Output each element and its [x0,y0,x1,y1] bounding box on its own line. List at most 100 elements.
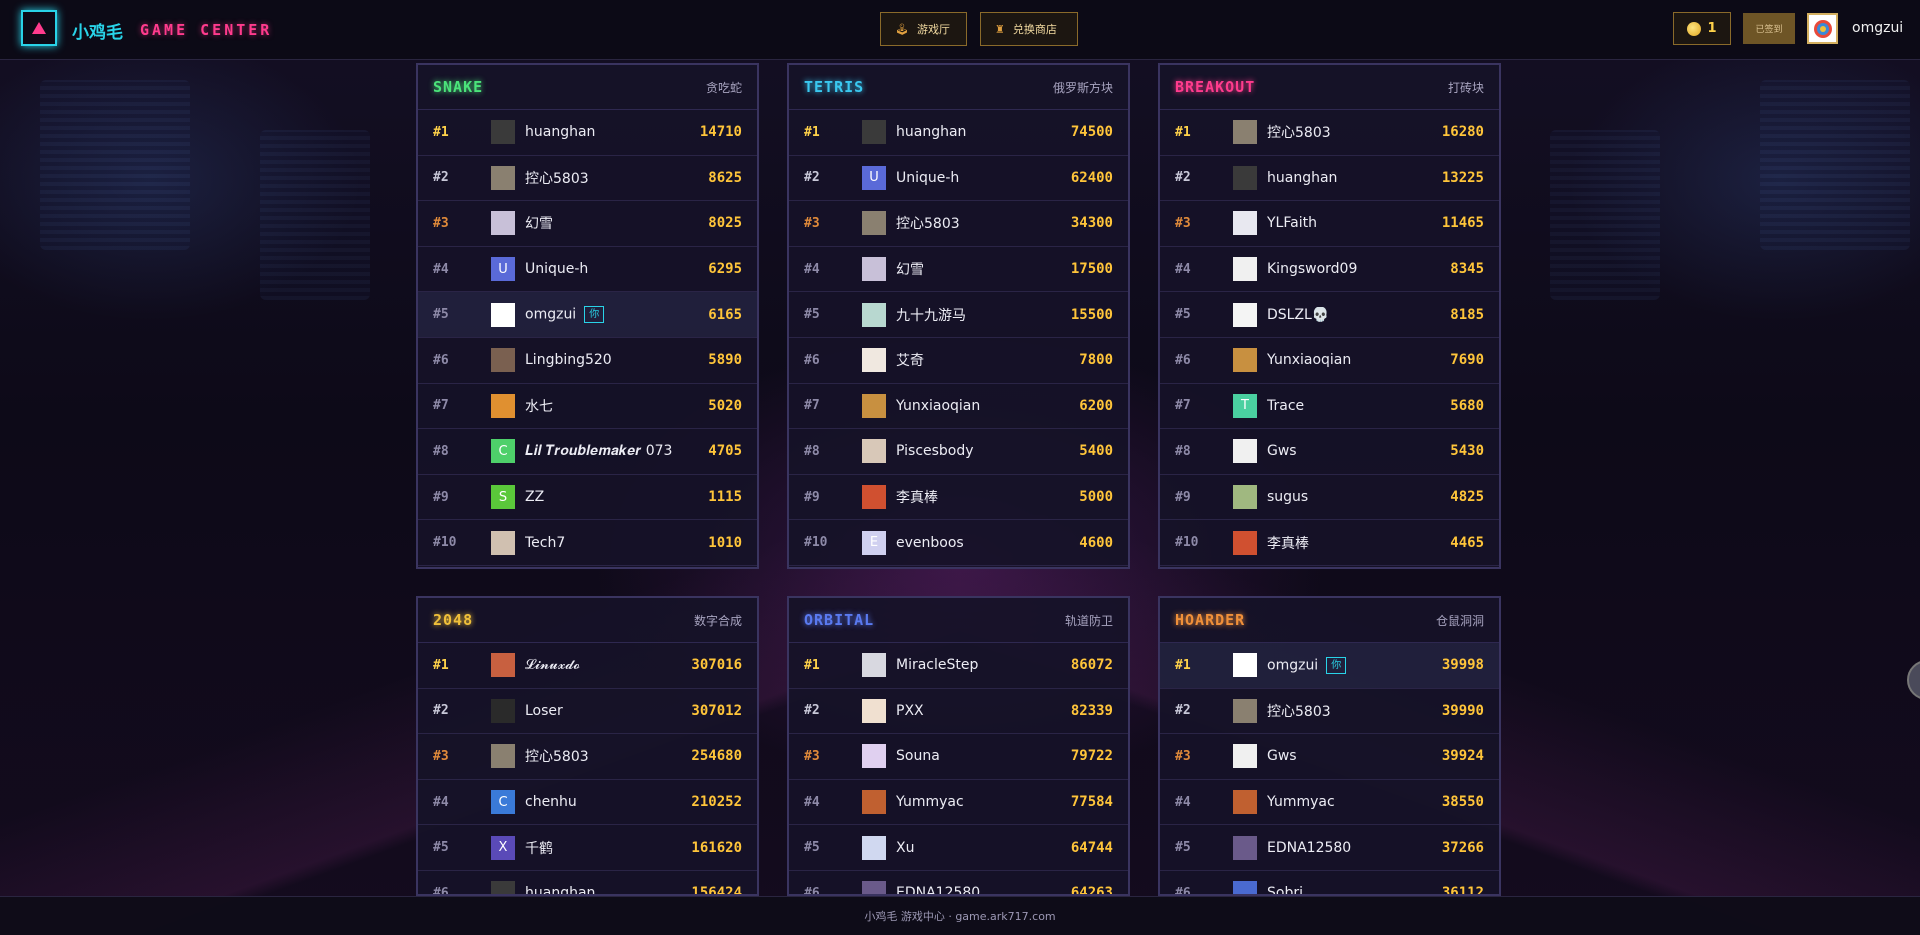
player-name-text: Yunxiaoqian [1267,352,1352,369]
leaderboard-row[interactable]: #7 Yunxiaoqian 6200 [789,384,1128,430]
leaderboard-row[interactable]: #6 Lingbing520 5890 [418,338,757,384]
player-name-text: 控心5803 [1267,125,1331,142]
player-name-text: PXX [896,702,924,719]
player-name: Gws [1267,443,1450,459]
leaderboard-row[interactable]: #5 九十九游马 15500 [789,292,1128,338]
player-avatar [862,835,886,860]
player-score: 16280 [1441,124,1484,141]
leaderboard-row[interactable]: #4 Yummyac 38550 [1160,780,1499,826]
user-avatar[interactable] [1807,13,1838,44]
player-name-text: Gws [1267,748,1297,765]
signed-in-button[interactable]: 已签到 [1743,13,1795,44]
player-name-text: 幻雪 [896,262,924,279]
leaderboard-row[interactable]: #7 水七 5020 [418,384,757,430]
leaderboard-row[interactable]: #5 EDNA12580 37266 [1160,825,1499,871]
leaderboard-row[interactable]: #10 Tech7 1010 [418,520,757,566]
brand-name[interactable]: 小鸡毛 [72,18,123,43]
player-score: 86072 [1070,657,1113,674]
leaderboard-row[interactable]: #5 X 千鹤 161620 [418,825,757,871]
logo-icon[interactable] [21,10,57,46]
leaderboard-row[interactable]: #4 Cchenhu 210252 [418,780,757,826]
player-name: 𝑳𝒊𝒍 𝑻𝒓𝒐𝒖𝒃𝒍𝒆𝒎𝒂𝒌𝒆𝒓 073 [525,443,708,459]
player-name-text: DSLZL💀 [1267,306,1330,323]
player-name: omgzui 你 [1267,656,1442,674]
leaderboard-row[interactable]: #4 Yummyac 77584 [789,780,1128,826]
leaderboard-row[interactable]: #6 Sobri 36112 [1160,871,1499,896]
leaderboard-row[interactable]: #4 U Unique-h 6295 [418,247,757,293]
rank-label: #5 [433,307,449,323]
leaderboard-row[interactable]: #7 T Trace 5680 [1160,384,1499,430]
leaderboard-row[interactable]: #2 Loser 307012 [418,689,757,735]
leaderboard-row[interactable]: #1 控心5803 16280 [1160,110,1499,156]
leaderboard-row[interactable]: #3 Souna 79722 [789,734,1128,780]
player-name-text: Kingsword09 [1267,261,1358,278]
leaderboard-tetris: TETRIS 俄罗斯方块 #1 huanghan 74500 #2 U Unique-h 624… [787,63,1130,569]
rank-label: #9 [1175,489,1191,505]
leaderboard-title: 2048 [433,611,474,629]
leaderboard-row[interactable]: #4 Kingsword09 8345 [1160,247,1499,293]
leaderboard-row[interactable]: #9 S ZZ 1115 [418,475,757,521]
leaderboard-row[interactable]: #8 C 𝑳𝒊𝒍 𝑻𝒓𝒐𝒖𝒃𝒍𝒆𝒎𝒂𝒌𝒆𝒓 073 4705 [418,429,757,475]
player-name: Yummyac [896,794,1071,810]
leaderboard-row[interactable]: #10 Eevenboos 4600 [789,520,1128,566]
leaderboard-row[interactable]: #6 艾奇 7800 [789,338,1128,384]
player-avatar [1233,653,1257,678]
leaderboard-row[interactable]: #2 huanghan 13225 [1160,156,1499,202]
leaderboard-row[interactable]: #1 MiracleStep 86072 [789,643,1128,689]
rank-label: #3 [433,748,449,764]
player-name-text: ZZ [525,489,545,506]
player-name-text: Piscesbody [896,443,974,460]
player-score: 7690 [1450,352,1484,369]
player-name: Sobri [1267,885,1442,894]
nav-shop-button[interactable]: ♜ 兑换商店 [980,12,1078,46]
leaderboard-row[interactable]: #3 幻雪 8025 [418,201,757,247]
player-name-text: Loser [525,702,563,719]
leaderboard-row[interactable]: #4 幻雪 17500 [789,247,1128,293]
leaderboard-row[interactable]: #5 omgzui 你 6165 [418,292,757,338]
player-name-text: Gws [1267,443,1297,460]
leaderboard-row[interactable]: #5 Xu 64744 [789,825,1128,871]
leaderboard-row[interactable]: #2 控心5803 8625 [418,156,757,202]
leaderboard-orbital: ORBITAL 轨道防卫 #1 MiracleStep 86072 #2 PXX 82339 #… [787,596,1130,896]
brand-subtitle[interactable]: GAME CENTER [140,21,272,39]
leaderboard-row[interactable]: #6 huanghan 156424 [418,871,757,894]
leaderboard-row[interactable]: #9 李真棒 5000 [789,475,1128,521]
leaderboard-row[interactable]: #8 Gws 5430 [1160,429,1499,475]
leaderboard-row[interactable]: #2 U Unique-h 62400 [789,156,1128,202]
leaderboard-row[interactable]: #1 omgzui 你 39998 [1160,643,1499,689]
rank-label: #6 [1175,885,1191,896]
player-name-text: evenboos [896,534,964,551]
coin-balance[interactable]: 1 [1673,12,1731,45]
leaderboard-row[interactable]: #9 sugus 4825 [1160,475,1499,521]
player-name: omgzui 你 [525,306,708,324]
leaderboard-row[interactable]: #1 huanghan 74500 [789,110,1128,156]
player-score: 4705 [708,443,742,460]
player-avatar: C [491,439,515,464]
player-score: 4465 [1450,534,1484,551]
leaderboard-row[interactable]: #3 YLFaith 11465 [1160,201,1499,247]
username[interactable]: omgzui [1852,20,1903,36]
nav-game-hall-button[interactable]: 🕹 游戏厅 [880,12,967,46]
player-avatar [862,348,886,373]
leaderboard-row[interactable]: #3 控心5803 254680 [418,734,757,780]
rank-label: #2 [804,170,820,186]
leaderboard-row[interactable]: #1 huanghan 14710 [418,110,757,156]
leaderboard-row[interactable]: #3 控心5803 34300 [789,201,1128,247]
leaderboard-row[interactable]: #3 Gws 39924 [1160,734,1499,780]
leaderboard-row[interactable]: #6 Yunxiaoqian 7690 [1160,338,1499,384]
player-name: 李真棒 [1267,533,1450,553]
player-score: 6200 [1079,397,1113,414]
leaderboard-row[interactable]: #2 PXX 82339 [789,689,1128,735]
leaderboard-row[interactable]: #8 Piscesbody 5400 [789,429,1128,475]
rank-label: #5 [804,307,820,323]
player-name-text: EDNA12580 [1267,839,1352,856]
leaderboard-row[interactable]: #1 𝓛𝓲𝓷𝓾𝔁𝓭𝓸 307016 [418,643,757,689]
leaderboard-row[interactable]: #6 EDNA12580 64263 [789,871,1128,894]
leaderboard-row[interactable]: #2 控心5803 39990 [1160,689,1499,735]
player-score: 13225 [1441,169,1484,186]
player-avatar [1233,790,1257,815]
leaderboard-row[interactable]: #5 DSLZL💀 8185 [1160,292,1499,338]
player-avatar [1233,485,1257,510]
player-avatar [491,881,515,894]
leaderboard-row[interactable]: #10 李真棒 4465 [1160,520,1499,566]
